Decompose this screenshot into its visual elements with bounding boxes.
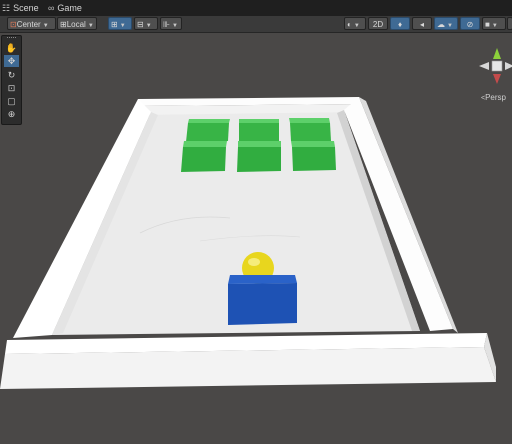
ball-highlight (248, 258, 260, 266)
transform-tool-icon[interactable]: ⊕ (4, 108, 19, 120)
persp-label: Persp (485, 93, 506, 102)
y-axis-cone[interactable] (493, 48, 501, 59)
tab-scene[interactable]: ☷ Scene (2, 0, 39, 16)
speaker-icon: ◂ (419, 20, 424, 29)
brick (237, 141, 281, 172)
brick (239, 119, 279, 142)
rotate-tool-icon[interactable]: ↻ (4, 69, 19, 81)
hash-grid-icon: ☷ (2, 3, 11, 13)
chevron-down-icon: ▼ (171, 23, 178, 29)
pivot-icon: ⊡ (10, 20, 17, 29)
space-dropdown[interactable]: ⊞Local ▼ (57, 17, 97, 30)
scene-visibility-button[interactable]: ⊘ (460, 17, 480, 30)
lighting-toggle-button[interactable]: ♦ (390, 17, 410, 30)
snap-icon: ⊟ (137, 20, 144, 29)
brick (289, 118, 331, 141)
chevron-down-icon: ▼ (145, 23, 152, 29)
move-tool-icon[interactable]: ✥ (4, 55, 19, 67)
scene-viewport[interactable] (0, 33, 512, 444)
brick (181, 141, 227, 172)
chevron-down-icon: ▼ (353, 23, 360, 29)
paddle-top (228, 275, 297, 284)
space-label: Local (66, 20, 86, 29)
camera-icon: ■ (485, 20, 490, 29)
audio-toggle-button[interactable]: ◂ (412, 17, 432, 30)
tab-game-label: Game (57, 3, 82, 13)
rect-tool-icon[interactable]: ▢ (4, 95, 19, 107)
draw-mode-button[interactable]: ◐ ▼ (344, 17, 366, 30)
tab-bar: ☷ Scene ∞ Game (0, 0, 512, 17)
scale-tool-icon[interactable]: ⊡ (4, 82, 19, 94)
gamepad-icon: ∞ (48, 3, 55, 13)
z-axis-cone[interactable] (505, 62, 512, 70)
hand-tool-icon[interactable]: ✋ (4, 42, 19, 54)
chevron-down-icon: ▼ (87, 23, 94, 29)
camera-settings-button[interactable]: ■ ▼ (482, 17, 506, 30)
orientation-gizmo[interactable] (476, 44, 512, 92)
drag-handle[interactable] (7, 37, 16, 40)
gizmos-button[interactable] (507, 17, 512, 30)
camera-projection-label[interactable]: <Persp (481, 93, 506, 102)
2d-label: 2D (372, 20, 384, 29)
neg-y-axis-cone[interactable] (493, 74, 501, 84)
x-axis-cone[interactable] (479, 62, 489, 70)
2d-toggle-button[interactable]: 2D (368, 17, 388, 30)
gizmo-center-cube[interactable] (491, 60, 503, 72)
brick (186, 119, 230, 142)
tools-overlay: ✋ ✥ ↻ ⊡ ▢ ⊕ (1, 35, 22, 125)
tab-game[interactable]: ∞ Game (48, 0, 82, 16)
light-bulb-icon: ♦ (397, 20, 403, 29)
pivot-dropdown[interactable]: ⊡Center ▼ (7, 17, 56, 30)
effects-button[interactable]: ☁ ▼ (434, 17, 458, 30)
chevron-down-icon: ▼ (447, 23, 453, 29)
scene-toolbar: ⊡Center ▼ ⊞Local ▼ ⊞ ▼ ⊟ ▼ ⊪ ▼ ◐ ▼ 2D ♦ ◂ ☁ ▼ ⊘… (0, 16, 512, 33)
grid-snap-button[interactable]: ⊞ ▼ (108, 17, 132, 30)
tab-scene-label: Scene (13, 3, 39, 13)
brick (291, 141, 336, 171)
paddle-front (228, 283, 297, 325)
bottom-wall-front (0, 347, 496, 389)
chevron-down-icon: ▼ (491, 23, 498, 29)
incremental-snap-button[interactable]: ⊟ ▼ (134, 17, 158, 30)
ruler-icon: ⊪ (163, 20, 170, 29)
chevron-down-icon: ▼ (119, 23, 126, 29)
grid-icon: ⊞ (111, 20, 118, 29)
ground-shadow (0, 389, 512, 444)
effects-icon: ☁ (437, 20, 445, 29)
pivot-label: Center (16, 20, 41, 29)
grid-visibility-button[interactable]: ⊪ ▼ (160, 17, 182, 30)
chevron-down-icon: ▼ (42, 23, 49, 29)
shading-sphere-icon: ◐ (347, 20, 352, 29)
hidden-eye-icon: ⊘ (466, 20, 474, 29)
local-icon: ⊞ (60, 20, 67, 29)
